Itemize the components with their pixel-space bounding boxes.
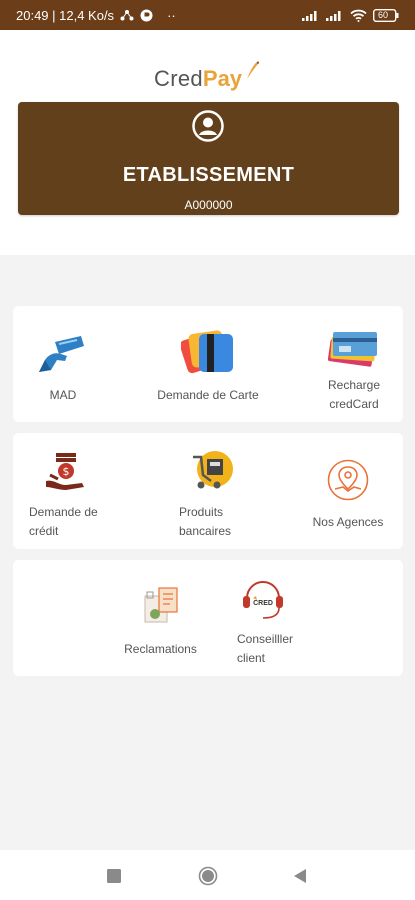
logo-text-pay: Pay: [202, 66, 243, 91]
menu-label-agences: Nos Agences: [312, 515, 384, 529]
menu-card-row-1: MAD Demande de Carte Recharge credCard: [13, 306, 403, 422]
svg-text:$: $: [63, 465, 70, 478]
menu-item-conseiller-client[interactable]: CRED Conseilller client: [223, 560, 313, 676]
home-button-icon[interactable]: [198, 866, 218, 886]
account-code: A000000: [184, 198, 233, 212]
menu-label-recharge-2: credCard: [329, 397, 379, 411]
menu-label-conseiller-2: client: [237, 651, 266, 665]
wifi-icon: [350, 9, 367, 22]
battery-level: 60: [378, 9, 389, 20]
recharge-cards-icon: [327, 332, 377, 367]
logo-text-cred: Cred: [154, 66, 203, 91]
menu-label-reclamations: Reclamations: [124, 642, 197, 656]
menu-item-demande-credit[interactable]: $ Demande de crédit: [19, 433, 113, 549]
advisor-logo-text: CRED: [253, 600, 273, 607]
menu-label-recharge-1: Recharge: [327, 378, 381, 392]
menu-card-row-2: $ Demande de crédit Produits bancaires N…: [13, 433, 403, 549]
menu-item-mad[interactable]: MAD: [13, 306, 113, 422]
connection-icon: [120, 9, 134, 21]
menu-label-conseiller-1: Conseilller: [237, 632, 294, 646]
money-transfer-icon: [39, 336, 84, 372]
back-button-icon[interactable]: [294, 869, 306, 883]
account-card[interactable]: ETABLISSEMENT A000000: [18, 102, 399, 215]
menu-item-reclamations[interactable]: Reclamations: [113, 560, 208, 676]
logo-swoosh-icon: [247, 61, 259, 79]
user-avatar-icon: [192, 110, 224, 142]
menu-card-row-3: Reclamations CRED Conseilller client: [13, 560, 403, 676]
battery-icon: 60: [373, 8, 399, 22]
credit-request-icon: $: [46, 453, 84, 490]
menu-item-recharge-credcard[interactable]: Recharge credCard: [313, 306, 395, 422]
banking-products-icon: [193, 451, 233, 489]
signal-icon-1: [302, 9, 320, 21]
system-nav-bar: [0, 850, 415, 900]
menu-item-nos-agences[interactable]: Nos Agences: [303, 433, 393, 549]
menu-item-demande-carte[interactable]: Demande de Carte: [148, 306, 268, 422]
menu-label-demande-carte: Demande de Carte: [157, 388, 259, 402]
menu-label-produits-1: Produits: [179, 505, 224, 519]
signal-icon-2: [326, 9, 344, 21]
customer-advisor-icon: CRED: [243, 581, 283, 619]
agency-location-icon: [327, 459, 369, 501]
complaints-icon: [144, 587, 178, 623]
header: Cred Pay ETABLISSEMENT A000000: [0, 30, 415, 255]
app-notification-icon: [140, 9, 153, 22]
account-title: ETABLISSEMENT: [122, 164, 295, 186]
menu-label-mad: MAD: [49, 388, 77, 402]
menu-label-demande-credit-2: crédit: [29, 524, 59, 538]
menu-label-produits-2: bancaires: [179, 524, 232, 538]
status-time-speed: 20:49 | 12,4 Ko/s: [16, 7, 115, 23]
credpay-logo: Cred Pay: [154, 58, 264, 92]
status-bar: 20:49 | 12,4 Ko/s ·· 60: [0, 0, 415, 30]
menu-item-produits-bancaires[interactable]: Produits bancaires: [163, 433, 263, 549]
status-dots: ··: [167, 7, 176, 23]
credit-cards-icon: [181, 330, 233, 374]
recent-apps-icon[interactable]: [107, 869, 121, 883]
menu-label-demande-credit-1: Demande de: [29, 505, 98, 519]
